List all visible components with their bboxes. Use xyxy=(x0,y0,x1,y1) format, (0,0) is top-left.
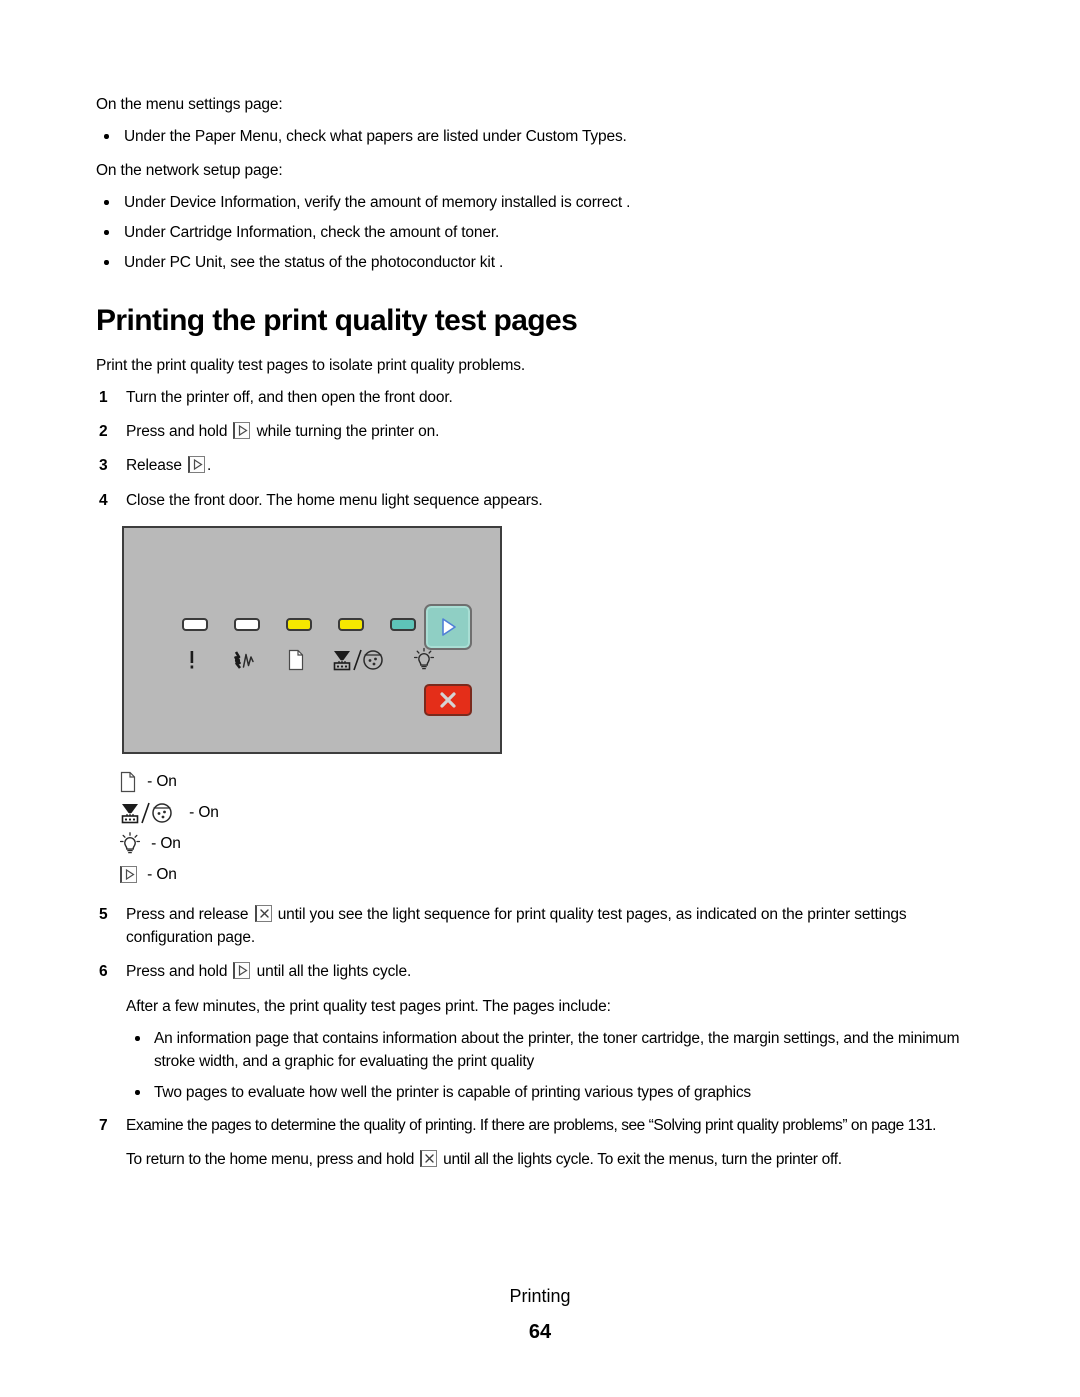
step-6-bullet-list: An information page that contains inform… xyxy=(126,1028,992,1104)
bullet-dot-icon xyxy=(104,230,109,235)
section-intro: Print the print quality test pages to is… xyxy=(96,356,526,374)
step-text-before: Press and hold xyxy=(126,963,232,981)
step-text-after: while turning the printer on. xyxy=(252,422,440,440)
legend-label: - On xyxy=(143,865,177,883)
bullet-dot-icon xyxy=(104,260,109,265)
step-text-before: Press and hold xyxy=(126,422,232,440)
bullet-text: Under Cartridge Information, check the a… xyxy=(124,224,500,241)
bullet-dot-icon xyxy=(104,134,109,139)
step-7: 7 Examine the pages to determine the qua… xyxy=(96,1115,992,1137)
load-paper-icon xyxy=(118,771,138,793)
bullet-dot-icon xyxy=(135,1036,140,1041)
step-6-note: After a few minutes, the print quality t… xyxy=(126,997,611,1015)
list-item: Under the Paper Menu, check what papers … xyxy=(96,126,992,148)
stop-x-key-icon xyxy=(420,1150,438,1168)
continue-arrow-key-icon xyxy=(233,962,251,980)
legend-label: - On xyxy=(185,803,219,821)
list-item: Under PC Unit, see the status of the pho… xyxy=(96,252,992,274)
continue-arrow-key-icon xyxy=(233,421,251,439)
legend-row-continue: - On xyxy=(118,859,992,890)
continue-arrow-key-icon xyxy=(118,864,138,886)
bullet-text: Under the Paper Menu, check what papers … xyxy=(124,128,627,145)
toner-pc-unit-icon xyxy=(332,644,388,676)
list-item: Under Device Information, verify the amo… xyxy=(96,192,992,214)
step-number: 4 xyxy=(99,491,108,509)
bullet-text: Two pages to evaluate how well the print… xyxy=(154,1084,751,1102)
ready-lightbulb-icon xyxy=(118,832,142,855)
step-text-before: Release xyxy=(126,457,186,475)
bullet-dot-icon xyxy=(104,200,109,205)
load-paper-led xyxy=(286,618,312,632)
stop-button[interactable] xyxy=(424,684,472,717)
panel-symbol-row xyxy=(176,644,440,676)
bullet-text: An information page that contains inform… xyxy=(154,1030,960,1070)
legend-row-ready: - On xyxy=(118,828,992,859)
closing-text-after: until all the lights cycle. To exit the … xyxy=(439,1151,842,1169)
document-page: On the menu settings page: Under the Pap… xyxy=(0,0,1080,1397)
step-1: 1 Turn the printer off, and then open th… xyxy=(96,387,992,409)
step-5: 5 Press and release until you see the li… xyxy=(96,904,992,949)
step-text: Examine the pages to determine the quali… xyxy=(126,1116,937,1134)
step-text-after: . xyxy=(206,457,212,475)
page-footer: Printing 64 xyxy=(0,1286,1080,1344)
bullet-text: Under Device Information, verify the amo… xyxy=(124,194,631,211)
step-number: 1 xyxy=(99,388,108,406)
triangle-right-icon xyxy=(442,618,456,637)
step-3: 3 Release . xyxy=(96,455,992,477)
error-led xyxy=(182,618,208,632)
step-2: 2 Press and hold while turning the print… xyxy=(96,421,992,443)
toner-pc-unit-icon xyxy=(118,802,180,824)
step-text: Turn the printer off, and then open the … xyxy=(126,388,453,406)
menu-settings-lead: On the menu settings page: xyxy=(96,96,283,113)
step-text-after: until all the lights cycle. xyxy=(252,963,412,981)
step-4: 4 Close the front door. The home menu li… xyxy=(96,490,992,512)
load-paper-icon xyxy=(280,644,312,676)
page-title: Printing the print quality test pages xyxy=(96,304,578,337)
arrow-key-box-icon xyxy=(119,866,137,884)
paper-jam-icon xyxy=(228,644,260,676)
closing-text-before: To return to the home menu, press and ho… xyxy=(126,1151,419,1169)
error-exclamation-icon xyxy=(176,644,208,676)
paper-jam-led xyxy=(234,618,260,632)
step-number: 5 xyxy=(99,906,108,924)
step-number: 2 xyxy=(99,422,108,440)
list-item: An information page that contains inform… xyxy=(126,1028,992,1073)
ready-led xyxy=(390,618,416,632)
menu-settings-bullet-list: Under the Paper Menu, check what papers … xyxy=(96,126,992,148)
stop-x-key-icon xyxy=(254,905,272,923)
footer-chapter-title: Printing xyxy=(509,1286,571,1306)
step-text: Close the front door. The home menu ligh… xyxy=(126,491,543,509)
page-content: On the menu settings page: Under the Pap… xyxy=(96,94,992,1182)
list-item: Two pages to evaluate how well the print… xyxy=(126,1082,992,1104)
legend-row-toner-pc-unit: - On xyxy=(118,797,992,828)
closing-note: To return to the home menu, press and ho… xyxy=(96,1149,992,1171)
step-6: 6 Press and hold until all the lights cy… xyxy=(96,961,992,983)
toner-pc-unit-led xyxy=(338,618,364,632)
x-mark-icon xyxy=(440,692,456,708)
legend-row-load-paper: - On xyxy=(118,766,992,797)
printer-control-panel-figure xyxy=(122,526,502,755)
continue-arrow-key-icon xyxy=(187,456,205,474)
step-text-before: Press and release xyxy=(126,906,253,924)
legend-label: - On xyxy=(143,772,177,790)
bullet-text: Under PC Unit, see the status of the pho… xyxy=(124,254,504,271)
continue-button[interactable] xyxy=(424,604,472,651)
bullet-dot-icon xyxy=(135,1090,140,1095)
led-indicator-row xyxy=(182,618,416,632)
network-setup-lead: On the network setup page: xyxy=(96,162,283,179)
step-number: 3 xyxy=(99,457,108,475)
step-number: 6 xyxy=(99,963,108,981)
list-item: Under Cartridge Information, check the a… xyxy=(96,222,992,244)
legend-label: - On xyxy=(147,834,181,852)
light-sequence-legend: - On - On - On - On xyxy=(118,766,992,890)
footer-page-number: 64 xyxy=(528,1321,552,1343)
step-number: 7 xyxy=(99,1116,108,1134)
network-setup-bullet-list: Under Device Information, verify the amo… xyxy=(96,192,992,274)
